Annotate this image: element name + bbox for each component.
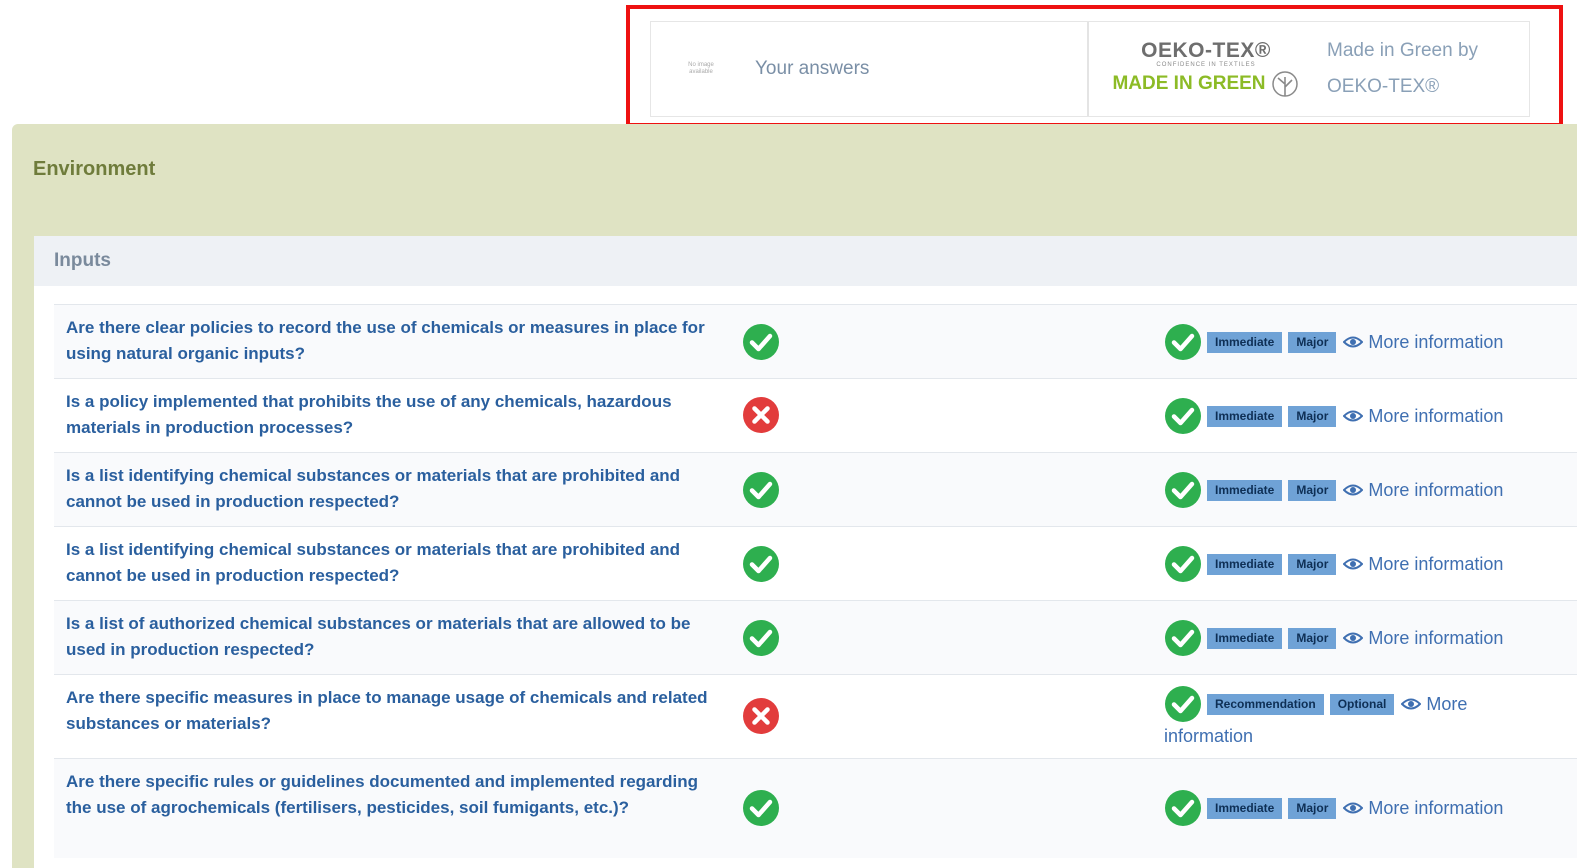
eye-icon[interactable]: [1343, 409, 1364, 423]
check-circle-icon: [743, 472, 779, 508]
question-text: Are there specific measures in place to …: [66, 688, 708, 733]
x-circle-icon: [743, 397, 779, 433]
question-text: Are there specific rules or guidelines d…: [66, 772, 698, 817]
more-information-link[interactable]: More information: [1368, 332, 1503, 353]
cert-title-line2: OEKO-TEX®: [1327, 76, 1440, 97]
more-information-link-wrap[interactable]: information: [1164, 726, 1253, 747]
cert-brand: OEKO-TEX®: [1141, 39, 1271, 62]
more-information-link[interactable]: More information: [1368, 480, 1503, 501]
timing-badge: Immediate: [1207, 331, 1283, 353]
more-information-link[interactable]: More information: [1368, 628, 1503, 649]
question-list: Are there clear policies to record the u…: [54, 304, 1577, 858]
certification-tab[interactable]: OEKO-TEX® CONFIDENCE IN TEXTILES MADE IN…: [1089, 22, 1529, 116]
check-circle-icon: [743, 546, 779, 582]
check-circle-icon: [1165, 620, 1201, 656]
question-row: Are there specific measures in place to …: [54, 674, 1577, 758]
check-circle-icon: [1165, 398, 1201, 434]
question-text: Are there clear policies to record the u…: [66, 318, 705, 363]
evaluation: Immediate Major More information: [1164, 471, 1503, 509]
cert-label: MADE IN GREEN: [1112, 73, 1266, 94]
subsection-title: Inputs: [54, 250, 111, 271]
more-information-link[interactable]: More: [1426, 694, 1467, 715]
eye-icon[interactable]: [1343, 557, 1364, 571]
x-circle-icon: [743, 698, 779, 734]
timing-badge: Immediate: [1207, 797, 1283, 819]
cert-label-row: MADE IN GREEN: [1112, 69, 1299, 99]
timing-badge: Recommendation: [1207, 693, 1324, 715]
severity-badge: Major: [1288, 331, 1337, 353]
eye-icon[interactable]: [1343, 483, 1364, 497]
evaluation: Immediate Major More information: [1164, 545, 1503, 583]
inputs-header[interactable]: Inputs: [34, 236, 1577, 286]
timing-badge: Immediate: [1207, 553, 1283, 575]
check-circle-icon: [1165, 472, 1201, 508]
check-circle-icon: [1165, 686, 1201, 722]
question-row: Are there specific rules or guidelines d…: [54, 758, 1577, 858]
section-title: Environment: [33, 158, 156, 180]
question-text: Is a list of authorized chemical substan…: [66, 614, 691, 659]
timing-badge: Immediate: [1207, 405, 1283, 427]
severity-badge: Major: [1288, 405, 1337, 427]
eye-icon[interactable]: [1343, 335, 1364, 349]
check-circle-icon: [743, 790, 779, 826]
evaluation: Immediate Major More information: [1164, 619, 1503, 657]
more-information-link[interactable]: More information: [1368, 406, 1503, 427]
check-circle-icon: [743, 324, 779, 360]
made-in-green-logo: OEKO-TEX® CONFIDENCE IN TEXTILES MADE IN…: [1111, 39, 1301, 99]
timing-badge: Immediate: [1207, 479, 1283, 501]
evaluation: Recommendation Optional More: [1164, 685, 1467, 723]
check-circle-icon: [1165, 790, 1201, 826]
inputs-subsection: Inputs Are there clear policies to recor…: [34, 236, 1577, 868]
severity-badge: Major: [1288, 553, 1337, 575]
eye-icon[interactable]: [1343, 631, 1364, 645]
check-circle-icon: [743, 620, 779, 656]
evaluation: Immediate Major More information: [1164, 789, 1503, 827]
cert-title-line1: Made in Green by: [1327, 40, 1479, 61]
more-information-link[interactable]: More information: [1368, 554, 1503, 575]
leaf-icon: [1271, 71, 1298, 97]
more-information-link[interactable]: More information: [1368, 798, 1503, 819]
severity-badge: Major: [1288, 627, 1337, 649]
eye-icon[interactable]: [1343, 801, 1364, 815]
check-circle-icon: [1165, 546, 1201, 582]
header-bar: No image available Your answers OEKO-TEX…: [650, 21, 1530, 117]
evaluation: Immediate Major More information: [1164, 323, 1503, 361]
evaluation: Immediate Major More information: [1164, 397, 1503, 435]
question-text: Is a list identifying chemical substance…: [66, 466, 681, 511]
question-row: Is a policy implemented that prohibits t…: [54, 378, 1577, 452]
eye-icon[interactable]: [1401, 697, 1422, 711]
your-answers-tab[interactable]: No image available Your answers: [651, 22, 1089, 116]
question-row: Is a list identifying chemical substance…: [54, 526, 1577, 600]
severity-badge: Major: [1288, 797, 1337, 819]
severity-badge: Major: [1288, 479, 1337, 501]
check-circle-icon: [1165, 324, 1201, 360]
your-answers-label: Your answers: [755, 58, 870, 79]
environment-section: Environment Inputs Are there clear polic…: [12, 124, 1577, 868]
question-text: Is a policy implemented that prohibits t…: [66, 392, 672, 437]
severity-badge: Optional: [1329, 693, 1395, 715]
question-row: Is a list of authorized chemical substan…: [54, 600, 1577, 674]
no-image-placeholder: No image available: [688, 62, 714, 75]
question-row: Is a list identifying chemical substance…: [54, 452, 1577, 526]
timing-badge: Immediate: [1207, 627, 1283, 649]
cert-tagline: CONFIDENCE IN TEXTILES: [1156, 62, 1256, 68]
question-row: Are there clear policies to record the u…: [54, 304, 1577, 378]
header-highlight: No image available Your answers OEKO-TEX…: [626, 5, 1563, 127]
cert-title: Made in Green by OEKO-TEX®: [1327, 33, 1478, 105]
question-text: Is a list identifying chemical substance…: [66, 540, 681, 585]
